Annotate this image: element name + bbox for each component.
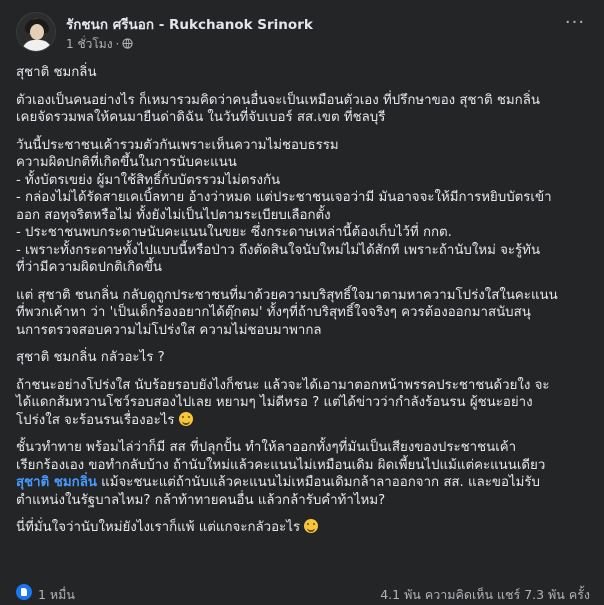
author-avatar[interactable] bbox=[16, 12, 56, 52]
facebook-post: รักชนก ศรีนอก - Rukchanok Srinork 1 ชั่ว… bbox=[0, 0, 604, 602]
author-name[interactable]: รักชนก ศรีนอก - Rukchanok Srinork bbox=[66, 13, 313, 35]
engagement-stats[interactable]: 4.1 พัน ความคิดเห็น แชร์ 7.3 พัน ครั้ง bbox=[380, 585, 590, 605]
text-line: ความผิดปกติที่เกิดขึ้นในการนับคะแนน bbox=[16, 155, 237, 170]
text-line: เคยจัดรวมพลให้คนมายืนด่าดิฉัน ในวันที่จั… bbox=[16, 110, 386, 125]
paragraph-8: นี่ที่มั่นใจว่านับใหม่ยังไงเราก็แพ้ แต่แ… bbox=[16, 519, 590, 537]
text-line: ออก สอทุจริตหรือไม่ ทั้งยังไม่เป็นไปตามร… bbox=[16, 207, 331, 223]
text-line: โปร่งใส จะร้อนรนเรื่องอะไร bbox=[16, 411, 590, 430]
post-footer: 1 หมื่น 4.1 พัน ความคิดเห็น แชร์ 7.3 พัน… bbox=[16, 584, 590, 602]
paragraph-1: สุชาติ ชมกลิ่น bbox=[16, 64, 590, 82]
text-line: ได้แดกส้มหวานโชว์รอบสองไปเลย หยามๆ ไม่ดี… bbox=[16, 395, 533, 410]
reaction-count[interactable]: 1 หมื่น bbox=[38, 585, 75, 605]
text-line: - เพราะทั้งกระดาษทั้งไปแบบนี้หรือป่าว ถึ… bbox=[16, 242, 541, 258]
paragraph-6: ถ้าชนะอย่างโปร่งใส นับร้อยรอบยังไงก็ชนะ … bbox=[16, 377, 590, 430]
grinning-face-emoji-icon bbox=[178, 411, 193, 426]
meta-separator: · bbox=[115, 37, 120, 51]
post-time[interactable]: 1 ชั่วโมง bbox=[66, 37, 113, 51]
text-fragment: นี่ที่มั่นใจว่านับใหม่ยังไงเราก็แพ้ แต่แ… bbox=[16, 520, 301, 535]
more-horizontal-icon[interactable]: ··· bbox=[562, 14, 588, 36]
paragraph-7: ชั้นวทำทาย พร้อมไล่ว่าก็มี สส ที่ปลุกปั้… bbox=[16, 439, 590, 509]
globe-icon[interactable] bbox=[122, 38, 134, 49]
text-line: เรียกร้องเอง ขอทำกลับบ้าง ถ้านับใหม่แล้ว… bbox=[16, 457, 546, 473]
post-meta: 1 ชั่วโมง · bbox=[66, 35, 134, 54]
text-line: ชั้นวทำทาย พร้อมไล่ว่าก็มี สส ที่ปลุกปั้… bbox=[16, 440, 517, 455]
text-line: ถ้าชนะอย่างโปร่งใส นับร้อยรอบยังไงก็ชนะ … bbox=[16, 377, 550, 393]
text-line: ที่ว่ามีความผิดปกติเกิดขึ้น bbox=[16, 260, 163, 275]
paragraph-2: ตัวเองเป็นคนอย่างไร ก็เหมารวมคิดว่าคนอื่… bbox=[16, 92, 590, 127]
text-line: ตัวเองเป็นคนอย่างไร ก็เหมารวมคิดว่าคนอื่… bbox=[16, 92, 540, 108]
fearful-face-emoji-icon bbox=[304, 519, 319, 533]
text-line: นการตรวจสอบความไม่โปร่งใส ความไม่ชอบมาพา… bbox=[16, 322, 322, 338]
paragraph-3: วันนี้ประชาชนเค้ารวมตัวกันเพราะเห็นความไ… bbox=[16, 137, 590, 277]
text-line: วันนี้ประชาชนเค้ารวมตัวกันเพราะเห็นความไ… bbox=[16, 137, 339, 153]
text-line: ตำแหน่งในรัฐบาลไหม? กล้าท้าทายคนอื่น แล้… bbox=[16, 492, 386, 508]
text-line: - กล่องไม่ได้รัดสายเคเบิ้ลทาย อ้างว่าหมด… bbox=[16, 190, 552, 205]
text-fragment: โปร่งใส จะร้อนรนเรื่องอะไร bbox=[16, 412, 175, 428]
text-line: ที่พวกเค้าหา ว่า 'เป็นเด็กร้องอยากได้ตุ๊… bbox=[16, 305, 531, 320]
post-body: สุชาติ ชมกลิ่น ตัวเองเป็นคนอย่างไร ก็เหม… bbox=[16, 64, 590, 547]
post-header: รักชนก ศรีนอก - Rukchanok Srinork 1 ชั่ว… bbox=[16, 12, 588, 56]
text-line: นี่ที่มั่นใจว่านับใหม่ยังไงเราก็แพ้ แต่แ… bbox=[16, 519, 590, 537]
paragraph-5: สุชาติ ชมกลิ่น กลัวอะไร ? bbox=[16, 349, 590, 367]
text-fragment: แม้จะชนะแต่ถ้านับแล้วคะแนนไม่เหมือนเดิมก… bbox=[96, 475, 540, 490]
text-line: - ทั้งบัตรเขย่ง ผู้มาใช้สิทธิ์กับบัตรรวม… bbox=[16, 172, 281, 188]
text-line: สุชาติ ชมกลิ่น กลัวอะไร ? bbox=[16, 350, 165, 365]
text-line: สุชาติ ชมกลิ่น bbox=[16, 65, 97, 80]
text-line: - ประชาชนพบกระดาษนับคะแนนในขยะ ซึ่งกระดา… bbox=[16, 225, 452, 240]
text-line: สุชาติ ชมกลิ่น แม้จะชนะแต่ถ้านับแล้วคะแน… bbox=[16, 474, 590, 492]
mention-link[interactable]: สุชาติ ชมกลิ่น bbox=[16, 475, 97, 490]
like-reaction-icon[interactable] bbox=[16, 584, 32, 600]
text-line: แต่ สุชาติ ชนกลิ่น กลับดูถูกประชาชนที่มา… bbox=[16, 287, 558, 303]
paragraph-4: แต่ สุชาติ ชนกลิ่น กลับดูถูกประชาชนที่มา… bbox=[16, 287, 590, 340]
